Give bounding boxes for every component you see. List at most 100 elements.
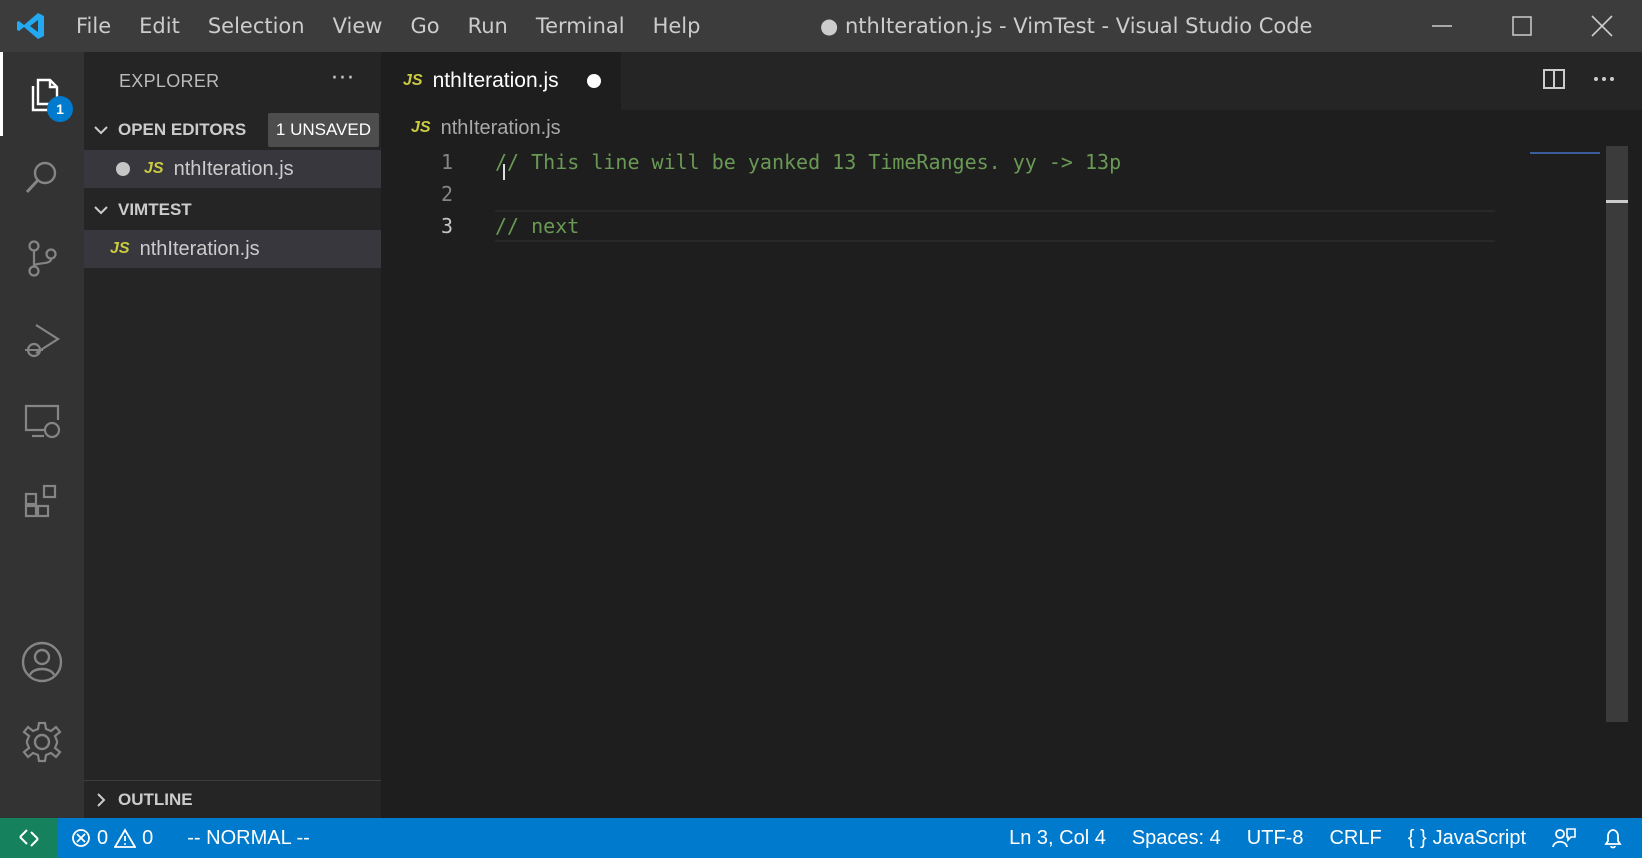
status-bar: 0 0 -- NORMAL -- Ln 3, Col 4 Spaces: 4 U…: [0, 818, 1642, 858]
remote-explorer-icon: [24, 404, 61, 439]
warning-count: 0: [142, 826, 154, 849]
indentation[interactable]: Spaces: 4: [1119, 827, 1234, 850]
menu-terminal[interactable]: Terminal: [522, 0, 639, 52]
remote-indicator[interactable]: [0, 818, 58, 858]
vscode-logo-icon: [0, 0, 62, 52]
explorer-sidebar: EXPLORER ··· OPEN EDITORS 1 UNSAVED JS n…: [84, 52, 381, 818]
chevron-down-icon: [84, 202, 118, 218]
workspace-title: VIMTEST: [118, 200, 192, 219]
cursor-position[interactable]: Ln 3, Col 4: [996, 827, 1119, 850]
dirty-indicator-wrap: [84, 162, 130, 176]
scrollbar-cursor-marker: [1606, 200, 1628, 203]
editor-tabs: JS nthIteration.js: [381, 52, 1642, 110]
window-title: ● nthIteration.js - VimTest - Visual Stu…: [820, 14, 1313, 38]
menu-go[interactable]: Go: [396, 0, 453, 52]
extensions-icon: [24, 484, 57, 518]
activity-manage[interactable]: [0, 700, 84, 784]
language-mode[interactable]: { } JavaScript: [1395, 827, 1539, 850]
workspace-header[interactable]: VIMTEST: [84, 190, 381, 230]
activity-source-control[interactable]: [0, 216, 84, 300]
unsaved-dot-icon[interactable]: [587, 74, 601, 88]
activity-remote-explorer[interactable]: [0, 378, 84, 462]
explorer-badge: 1: [47, 96, 73, 122]
end-of-line[interactable]: CRLF: [1316, 827, 1394, 850]
bell-icon: [1604, 829, 1622, 849]
error-icon: [72, 829, 90, 847]
code-text[interactable]: // This line will be yanked 13 TimeRange…: [495, 146, 1121, 178]
activity-extensions[interactable]: [0, 458, 84, 542]
feedback-icon: [1552, 828, 1576, 848]
braces-icon: { }: [1407, 826, 1427, 849]
open-editor-label: nthIteration.js: [173, 157, 294, 180]
search-icon: [25, 161, 57, 194]
code-line: 2: [381, 178, 1581, 210]
line-number: 1: [440, 150, 453, 174]
close-icon: [1591, 15, 1613, 37]
menu-help[interactable]: Help: [639, 0, 715, 52]
remote-icon: [19, 829, 39, 847]
error-count: 0: [97, 826, 109, 849]
more-actions-icon[interactable]: [1592, 67, 1616, 95]
open-editor-item[interactable]: JS nthIteration.js: [84, 150, 381, 188]
open-editors-title: OPEN EDITORS: [118, 120, 247, 139]
maximize-icon: [1512, 16, 1532, 36]
tab-nthiteration[interactable]: JS nthIteration.js: [381, 52, 621, 110]
vim-mode: -- NORMAL --: [187, 826, 310, 849]
run-debug-icon: [25, 324, 61, 358]
minimap-line: [1530, 152, 1600, 154]
open-editors-header[interactable]: OPEN EDITORS 1 UNSAVED: [84, 110, 381, 150]
code-text[interactable]: // next: [495, 210, 579, 242]
js-file-icon: JS: [144, 160, 164, 177]
problems-indicator[interactable]: 0 0: [58, 827, 166, 850]
language-label: JavaScript: [1432, 826, 1526, 849]
vertical-scrollbar[interactable]: [1606, 146, 1628, 722]
menu-file[interactable]: File: [62, 0, 125, 52]
split-editor-icon[interactable]: [1542, 67, 1566, 95]
status-right: Ln 3, Col 4 Spaces: 4 UTF-8 CRLF { } Jav…: [996, 818, 1642, 858]
title-bar: File Edit Selection View Go Run Terminal…: [0, 0, 1642, 52]
explorer-header: EXPLORER ···: [84, 52, 381, 110]
outline-header[interactable]: OUTLINE: [84, 780, 381, 818]
code-editor[interactable]: 1 // This line will be yanked 13 TimeRan…: [381, 146, 1642, 818]
breadcrumb[interactable]: JS nthIteration.js: [381, 110, 561, 146]
close-window-button[interactable]: [1562, 0, 1642, 52]
activity-accounts[interactable]: [0, 620, 84, 704]
unsaved-dot-icon[interactable]: [116, 162, 130, 176]
line-number: 3: [440, 214, 453, 238]
activity-bar: 1: [0, 52, 84, 818]
menu-bar: File Edit Selection View Go Run Terminal…: [62, 0, 714, 52]
chevron-down-icon: [84, 122, 118, 138]
manage-gear-icon: [22, 721, 62, 763]
tab-label: nthIteration.js: [432, 69, 559, 92]
js-file-icon: JS: [110, 240, 130, 257]
source-control-icon: [28, 240, 57, 277]
menu-view[interactable]: View: [319, 0, 397, 52]
code-line: 1 // This line will be yanked 13 TimeRan…: [381, 146, 1581, 178]
maximize-button[interactable]: [1482, 0, 1562, 52]
js-file-icon: JS: [403, 72, 423, 89]
workspace-file-label: nthIteration.js: [139, 237, 260, 260]
warning-icon: [114, 828, 137, 848]
js-file-icon: JS: [411, 119, 431, 136]
workspace-file-item[interactable]: JS nthIteration.js: [84, 230, 381, 268]
menu-run[interactable]: Run: [454, 0, 522, 52]
feedback-button[interactable]: [1539, 827, 1589, 849]
menu-selection[interactable]: Selection: [194, 0, 319, 52]
chevron-right-icon: [84, 792, 118, 808]
activity-search[interactable]: [0, 136, 84, 220]
menu-edit[interactable]: Edit: [125, 0, 194, 52]
activity-explorer[interactable]: 1: [0, 52, 84, 136]
explorer-title: EXPLORER: [119, 70, 220, 91]
notifications-button[interactable]: [1589, 827, 1642, 849]
encoding[interactable]: UTF-8: [1234, 827, 1317, 850]
unsaved-badge: 1 UNSAVED: [267, 113, 379, 147]
accounts-icon: [21, 641, 63, 683]
breadcrumb-file[interactable]: nthIteration.js: [441, 117, 561, 140]
outline-title: OUTLINE: [118, 789, 193, 809]
minimize-icon: [1432, 25, 1452, 27]
more-actions-icon[interactable]: ···: [331, 66, 355, 91]
window-controls: [1402, 0, 1642, 52]
activity-run-debug[interactable]: [0, 298, 84, 382]
mouse-cursor-icon: [503, 164, 505, 180]
minimize-button[interactable]: [1402, 0, 1482, 52]
